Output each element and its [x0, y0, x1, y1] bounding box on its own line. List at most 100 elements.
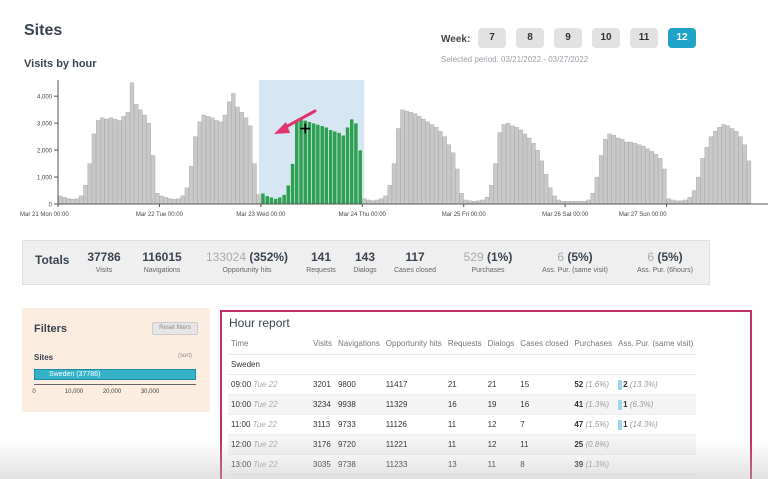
cell-time: 10:00 Tue 22: [228, 394, 310, 415]
cell-requests: 16: [444, 394, 485, 415]
day-value: Tue 22: [253, 460, 278, 469]
day-value: Tue 22: [253, 380, 278, 389]
chart-bar: [138, 109, 143, 205]
cell-visits: 3113: [310, 414, 335, 435]
chart-bar: [535, 149, 540, 205]
y-tick-label: 3,000: [37, 122, 53, 128]
chart-bar: [421, 118, 426, 205]
total-value: 143: [354, 250, 376, 264]
chart-bar: [189, 166, 194, 205]
day-value: Tue 22: [253, 400, 278, 409]
filters-title: Filters: [34, 323, 68, 335]
chart-bar: [404, 110, 409, 205]
total-percent: (5%): [567, 250, 593, 264]
total-percent: (1%): [487, 250, 513, 264]
chart-bar: [400, 109, 405, 205]
chart-bar: [446, 144, 452, 205]
cell-ass-pur: 2 (13.3%): [615, 374, 697, 395]
chart-bar: [362, 198, 367, 205]
table-row[interactable]: 11:00 Tue 22 3113 9733 11126 11 12 7 47 (1.5%) 1…: [228, 414, 697, 435]
site-bar-sweden[interactable]: Sweden (37786): [34, 369, 196, 380]
chart-bar: [649, 151, 654, 205]
column-header-requests[interactable]: Requests: [444, 334, 485, 355]
chart-bar: [455, 168, 460, 205]
column-header-visits[interactable]: Visits: [310, 334, 335, 355]
site-axis-line: [34, 384, 196, 385]
total-value: 133024: [205, 250, 246, 264]
week-button-9[interactable]: 9: [554, 28, 582, 48]
chart-bar: [645, 148, 650, 205]
total-requests: 141 Requests: [303, 250, 339, 274]
week-button-11[interactable]: 11: [630, 28, 658, 48]
reset-filters-button[interactable]: Reset filters: [152, 322, 198, 335]
chart-bar: [345, 127, 350, 205]
visits-by-hour-chart[interactable]: 0 1,000 2,000 3,000 4,000 Mar 21 Mon 00:00 Mar…: [20, 76, 768, 222]
chart-bar: [163, 197, 168, 205]
x-tick-label: Mar 27 Sun 00:00: [619, 212, 667, 218]
cell-requests: 11: [444, 434, 485, 455]
column-header-navigations[interactable]: Navigations: [334, 334, 383, 355]
day-value: Tue 22: [252, 420, 277, 429]
chart-bar: [738, 136, 743, 205]
chart-bar: [100, 117, 105, 205]
chart-bar: [615, 137, 621, 205]
column-header-purchases[interactable]: Purchases: [571, 334, 616, 355]
chart-bar: [91, 133, 97, 205]
week-button-10[interactable]: 10: [592, 28, 620, 48]
purchases-value: 47: [574, 420, 584, 429]
cell-cases-closed: 8: [517, 454, 572, 475]
chart-bar: [442, 136, 447, 205]
table-row[interactable]: 09:00 Tue 22 3201 9800 11417 21 21 15 52 (1.6%)…: [228, 374, 697, 395]
selected-period: Selected period: 03/21/2022 - 03/27/2022: [441, 55, 589, 64]
chart-bar: [548, 187, 553, 205]
chart-bar: [205, 116, 211, 205]
ass-pur-bar: [618, 419, 623, 430]
week-button-8[interactable]: 8: [516, 28, 544, 48]
chart-bar: [544, 174, 549, 205]
ass-pur-value: 1: [623, 419, 628, 429]
week-button-7[interactable]: 7: [478, 28, 506, 48]
chart-bar: [628, 141, 633, 205]
total-label: Ass. Pur. (6hours): [636, 267, 694, 274]
site-axis-tick: 30,000: [140, 389, 160, 395]
chart-bar: [501, 124, 506, 205]
sort-link[interactable]: (sort): [178, 353, 192, 359]
chart-bar: [653, 153, 659, 205]
chart-bar: [636, 144, 642, 205]
total-label: Navigations: [143, 267, 181, 274]
chart-bar: [497, 132, 502, 205]
site-axis-tick: 0: [32, 389, 36, 395]
chart-bar: [708, 136, 714, 205]
chart-bar: [425, 121, 430, 205]
column-header-time[interactable]: Time: [228, 334, 310, 355]
week-button-12[interactable]: 12: [668, 28, 696, 48]
chart-bar: [239, 112, 244, 205]
site-axis-tick: 10,000: [64, 389, 84, 395]
column-header-cases-closed[interactable]: Cases closed: [517, 334, 572, 355]
cell-navigations: 9738: [334, 454, 383, 475]
purchases-percent: (1.5%): [585, 420, 610, 429]
cell-visits: 3176: [310, 434, 335, 455]
column-header-ass-pur[interactable]: Ass. Pur. (same visit): [615, 334, 697, 355]
time-value: 12:00: [231, 440, 252, 449]
time-value: 13:00: [231, 460, 252, 469]
table-row[interactable]: 13:00 Tue 22 3035 9738 11233 13 11 8 39 (1.3%): [228, 454, 697, 475]
cell-opportunity-hits: 11126: [382, 414, 445, 435]
total-label: Dialogs: [353, 267, 377, 274]
chart-bar: [408, 112, 413, 205]
chart-bar: [231, 93, 236, 205]
table-row[interactable]: 10:00 Tue 22 3234 9938 11329 16 19 16 41 (1.3%)…: [228, 394, 697, 415]
chart-bar: [243, 117, 249, 205]
total-value: 37786: [87, 250, 121, 264]
chart-bar: [434, 127, 439, 205]
column-header-dialogs[interactable]: Dialogs: [484, 334, 518, 355]
chart-bar: [391, 163, 397, 205]
ass-pur-bar: [618, 399, 623, 410]
column-header-opportunity-hits[interactable]: Opportunity hits: [382, 334, 445, 355]
chart-bar: [79, 195, 84, 205]
cell-requests: 11: [444, 414, 485, 435]
cell-purchases: 52 (1.6%): [571, 374, 616, 395]
time-value: 09:00: [231, 380, 252, 389]
table-row[interactable]: 12:00 Tue 22 3176 9720 11221 11 12 11 25 (0.8%): [228, 434, 697, 455]
chart-bar: [336, 132, 342, 205]
